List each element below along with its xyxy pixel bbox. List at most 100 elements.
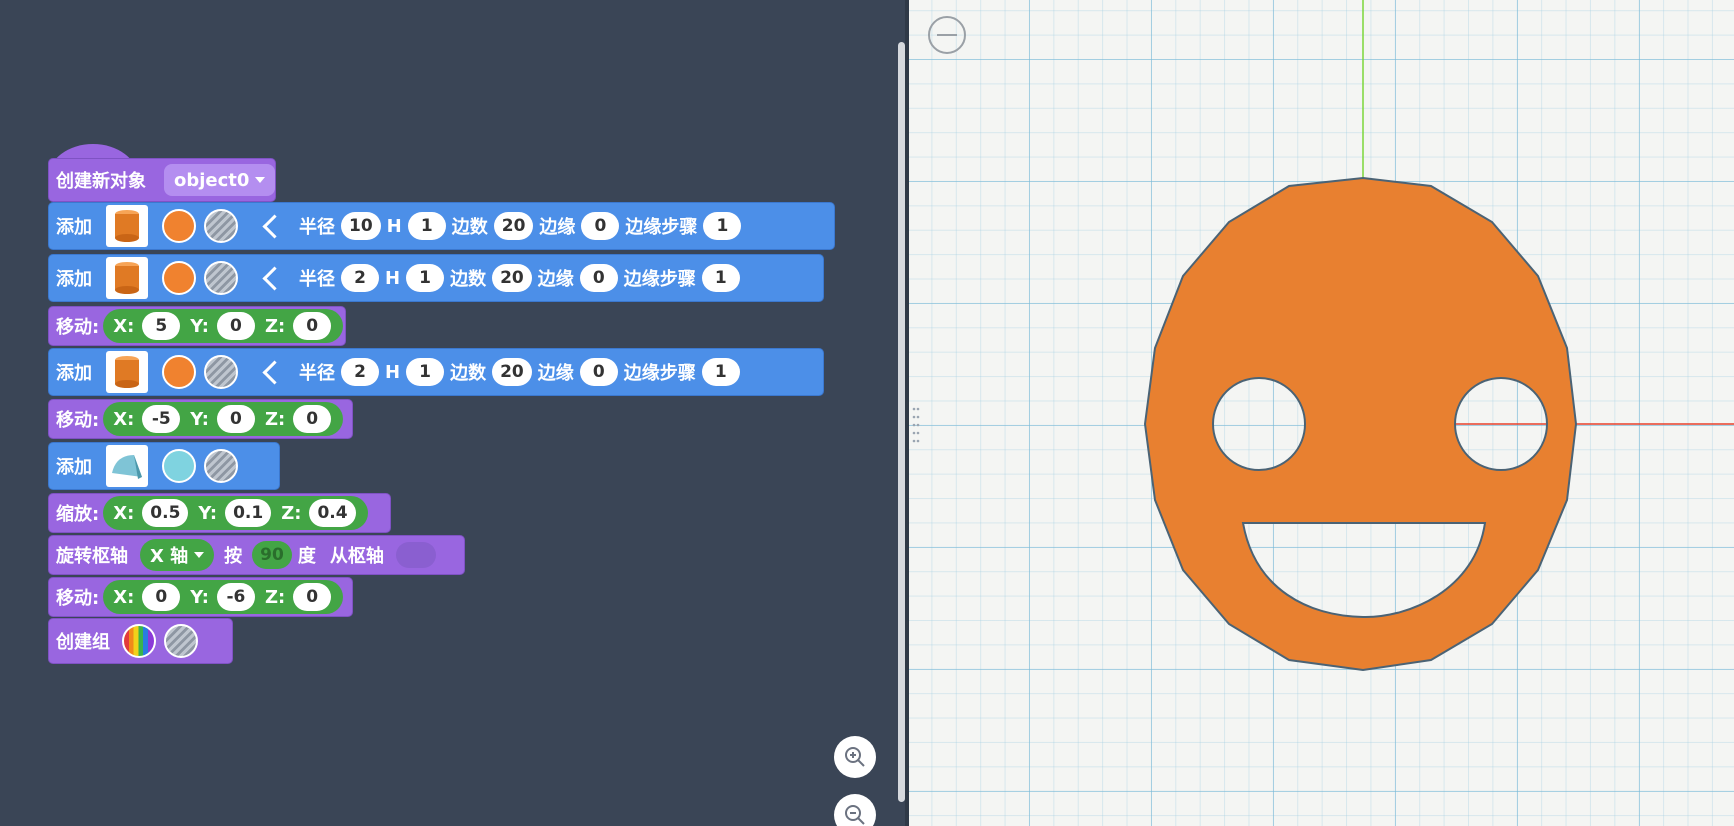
z-input[interactable]: 0.4 — [309, 499, 356, 527]
edge-label: 边缘 — [537, 363, 574, 384]
x-input[interactable]: 0.5 — [142, 499, 189, 527]
xyz-group: X: 0.5 Y: 0.1 Z: 0.4 — [103, 496, 368, 530]
edge-steps-input[interactable]: 1 — [701, 264, 740, 292]
cylinder-icon[interactable] — [106, 351, 148, 393]
move-label: 移动: — [56, 410, 100, 431]
sides-input[interactable]: 20 — [493, 212, 534, 240]
chevron-left-icon[interactable] — [262, 359, 287, 385]
edge-label: 边缘 — [539, 217, 576, 238]
x-input[interactable]: 0 — [142, 583, 181, 611]
pivot-toggle[interactable] — [395, 542, 436, 568]
sides-input[interactable]: 20 — [492, 358, 532, 386]
edge-input[interactable]: 0 — [579, 264, 618, 292]
edge-steps-label: 边缘步骤 — [623, 363, 696, 384]
color-swatch-orange[interactable] — [162, 355, 196, 389]
chevron-left-icon[interactable] — [262, 213, 287, 239]
zoom-out-icon — [845, 805, 865, 825]
add-cylinder-block-1[interactable]: 添加 半径 10 H 1 边数 20 边缘 0 边缘步骤 1 — [48, 202, 835, 250]
add-label: 添加 — [56, 217, 92, 238]
rotate-pivot-block[interactable]: 旋转枢轴 X 轴 按 90 度 从枢轴 — [48, 535, 465, 575]
texture-swatch[interactable] — [204, 261, 238, 295]
chevron-left-icon[interactable] — [262, 265, 287, 291]
z-input[interactable]: 0 — [293, 312, 332, 340]
h-input[interactable]: 1 — [406, 264, 445, 292]
h-label: H — [385, 267, 401, 289]
y-input[interactable]: 0.1 — [225, 499, 272, 527]
move-label: 移动: — [56, 588, 100, 609]
radius-input[interactable]: 2 — [341, 358, 379, 386]
radius-input[interactable]: 10 — [341, 212, 381, 240]
xyz-group: X: 5 Y: 0 Z: 0 — [103, 309, 344, 343]
sides-label: 边数 — [450, 269, 487, 290]
minus-button[interactable] — [928, 16, 966, 54]
edge-steps-input[interactable]: 1 — [703, 212, 742, 240]
axis-dropdown[interactable]: X 轴 — [140, 539, 215, 571]
z-input[interactable]: 0 — [293, 405, 332, 433]
minus-icon — [937, 34, 957, 36]
object-dropdown[interactable]: object0 — [164, 164, 276, 196]
cylinder-icon[interactable] — [106, 257, 148, 299]
z-label: Z: — [281, 502, 302, 524]
create-group-block[interactable]: 创建组 — [48, 618, 233, 664]
color-swatch-orange[interactable] — [162, 209, 196, 243]
axis-dropdown-value: X 轴 — [150, 546, 189, 567]
y-input[interactable]: 0 — [216, 405, 255, 433]
color-swatch-cyan[interactable] — [162, 449, 196, 483]
radius-input[interactable]: 2 — [341, 264, 379, 292]
scale-block[interactable]: 缩放: X: 0.5 Y: 0.1 Z: 0.4 — [48, 493, 391, 533]
resize-grip-icon[interactable] — [911, 405, 921, 447]
z-label: Z: — [264, 586, 286, 608]
h-label: H — [386, 215, 402, 237]
degrees-input[interactable]: 90 — [252, 541, 292, 569]
edge-steps-input[interactable]: 1 — [701, 358, 740, 386]
3d-viewport[interactable] — [909, 0, 1734, 826]
texture-swatch[interactable] — [164, 624, 198, 658]
move-block-3[interactable]: 移动: X: 0 Y: -6 Z: 0 — [48, 577, 353, 617]
move-block-1[interactable]: 移动: X: 5 Y: 0 Z: 0 — [48, 306, 346, 346]
object-dropdown-value: object0 — [174, 169, 250, 191]
caret-down-icon — [194, 552, 205, 558]
add-wedge-block[interactable]: 添加 — [48, 442, 280, 490]
zoom-in-button[interactable] — [834, 736, 876, 778]
sides-input[interactable]: 20 — [492, 264, 532, 292]
x-label: X: — [113, 408, 135, 430]
add-label: 添加 — [56, 363, 92, 384]
y-input[interactable]: -6 — [216, 583, 255, 611]
x-label: X: — [113, 502, 135, 524]
radius-label: 半径 — [299, 217, 335, 238]
wedge-icon[interactable] — [106, 445, 148, 487]
color-swatch-orange[interactable] — [162, 261, 196, 295]
h-input[interactable]: 1 — [407, 212, 446, 240]
deg-label: 度 — [297, 546, 316, 567]
zoom-in-icon — [845, 747, 865, 767]
h-input[interactable]: 1 — [406, 358, 445, 386]
radius-label: 半径 — [299, 363, 335, 384]
xyz-group: X: 0 Y: -6 Z: 0 — [103, 580, 344, 614]
z-input[interactable]: 0 — [293, 583, 332, 611]
caret-down-icon — [255, 177, 266, 183]
zoom-out-button[interactable] — [834, 794, 876, 826]
texture-swatch[interactable] — [204, 209, 238, 243]
add-cylinder-block-2[interactable]: 添加 半径 2 H 1 边数 20 边缘 0 边缘步骤 1 — [48, 254, 824, 302]
move-block-2[interactable]: 移动: X: -5 Y: 0 Z: 0 — [48, 399, 353, 439]
sides-label: 边数 — [451, 217, 488, 238]
x-label: X: — [113, 586, 135, 608]
block-workspace[interactable]: 创建新对象 object0 添加 半径 10 H 1 边数 20 边缘 0 边缘… — [0, 0, 900, 826]
edge-label: 边缘 — [537, 269, 574, 290]
workspace-scrollbar[interactable] — [898, 42, 905, 802]
texture-swatch[interactable] — [204, 449, 238, 483]
edge-input[interactable]: 0 — [581, 212, 620, 240]
cylinder-icon[interactable] — [106, 205, 148, 247]
x-input[interactable]: -5 — [142, 405, 181, 433]
y-input[interactable]: 0 — [216, 312, 255, 340]
texture-swatch[interactable] — [204, 355, 238, 389]
create-object-label: 创建新对象 — [56, 171, 146, 192]
add-cylinder-block-3[interactable]: 添加 半径 2 H 1 边数 20 边缘 0 边缘步骤 1 — [48, 348, 824, 396]
add-label: 添加 — [56, 457, 92, 478]
color-swatch-rainbow[interactable] — [122, 624, 156, 658]
create-object-block[interactable]: 创建新对象 object0 — [48, 158, 276, 202]
sides-label: 边数 — [450, 363, 487, 384]
x-input[interactable]: 5 — [142, 312, 181, 340]
edge-input[interactable]: 0 — [579, 358, 618, 386]
y-label: Y: — [190, 586, 209, 608]
